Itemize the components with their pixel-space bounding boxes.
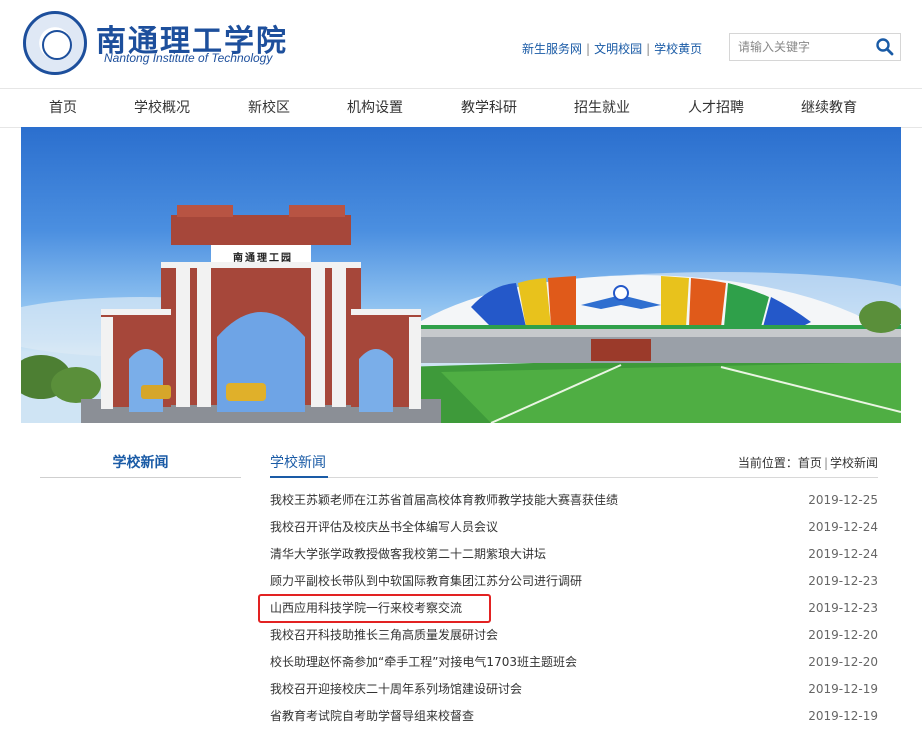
news-title[interactable]: 清华大学张学政教授做客我校第二十二期紫琅大讲坛 — [270, 541, 546, 568]
list-item[interactable]: 我校召开科技助推长三角高质量发展研讨会 2019-12-20 — [270, 622, 878, 649]
school-seal-icon[interactable] — [23, 11, 87, 75]
separator: | — [586, 42, 591, 56]
nav-item-continuing-education[interactable]: 继续教育 — [801, 89, 857, 127]
search-box — [729, 33, 901, 61]
search-icon — [876, 38, 894, 56]
nav-item-home[interactable]: 首页 — [49, 89, 77, 127]
nav-item-overview[interactable]: 学校概况 — [134, 89, 190, 127]
news-title[interactable]: 我校召开评估及校庆丛书全体编写人员会议 — [270, 514, 498, 541]
breadcrumb: 当前位置：首页 | 学校新闻 — [738, 454, 878, 471]
campus-banner[interactable]: 南通理工园 — [21, 127, 901, 423]
news-date: 2019-12-19 — [808, 682, 878, 696]
list-item[interactable]: 我校召开评估及校庆丛书全体编写人员会议 2019-12-24 — [270, 514, 878, 541]
title-underline — [270, 476, 328, 478]
news-title[interactable]: 我校召开迎接校庆二十周年系列场馆建设研讨会 — [270, 676, 522, 703]
highlight-box — [258, 594, 491, 623]
news-date: 2019-12-24 — [808, 547, 878, 561]
list-item[interactable]: 清华大学张学政教授做客我校第二十二期紫琅大讲坛 2019-12-24 — [270, 541, 878, 568]
list-item[interactable]: 顾力平副校长带队到中软国际教育集团江苏分公司进行调研 2019-12-23 — [270, 568, 878, 595]
news-date: 2019-12-25 — [808, 493, 878, 507]
campus-banner-image — [21, 205, 901, 423]
news-date: 2019-12-20 — [808, 628, 878, 642]
breadcrumb-school-news[interactable]: 学校新闻 — [830, 456, 878, 470]
news-date: 2019-12-23 — [808, 601, 878, 615]
news-title[interactable]: 校长助理赵怀斋参加“牵手工程”对接电气1703班主题班会 — [270, 649, 577, 676]
top-links: 新生服务网 | 文明校园 | 学校黄页 — [522, 40, 702, 57]
site-header: 南通理工学院 Nantong Institute of Technology 新… — [0, 0, 922, 88]
search-input[interactable] — [730, 34, 886, 60]
nav-item-admissions[interactable]: 招生就业 — [574, 89, 630, 127]
list-item[interactable]: 校长助理赵怀斋参加“牵手工程”对接电气1703班主题班会 2019-12-20 — [270, 649, 878, 676]
news-date: 2019-12-24 — [808, 520, 878, 534]
news-date: 2019-12-23 — [808, 574, 878, 588]
news-title[interactable]: 我校召开科技助推长三角高质量发展研讨会 — [270, 622, 498, 649]
news-title[interactable]: 我校王苏颖老师在江苏省首届高校体育教师教学技能大赛喜获佳绩 — [270, 487, 618, 514]
top-link-freshman[interactable]: 新生服务网 — [522, 42, 582, 56]
separator: | — [646, 42, 651, 56]
list-item[interactable]: 我校王苏颖老师在江苏省首届高校体育教师教学技能大赛喜获佳绩 2019-12-25 — [270, 487, 878, 514]
nav-item-teaching-research[interactable]: 教学科研 — [461, 89, 517, 127]
breadcrumb-label: 当前位置： — [737, 456, 798, 470]
news-date: 2019-12-20 — [808, 655, 878, 669]
sidebar-title[interactable]: 学校新闻 — [40, 448, 241, 478]
breadcrumb-home[interactable]: 首页 — [798, 456, 822, 470]
top-link-yellow-pages[interactable]: 学校黄页 — [654, 42, 702, 56]
school-name-en: Nantong Institute of Technology — [104, 51, 273, 65]
nav-item-recruitment[interactable]: 人才招聘 — [688, 89, 744, 127]
gate-inscription: 南通理工园 — [233, 253, 293, 264]
main-nav: 首页 学校概况 新校区 机构设置 教学科研 招生就业 人才招聘 继续教育 — [0, 88, 922, 128]
top-link-civilized-campus[interactable]: 文明校园 — [594, 42, 642, 56]
separator: | — [823, 456, 828, 470]
nav-item-new-campus[interactable]: 新校区 — [248, 89, 290, 127]
divider — [270, 477, 878, 478]
page-title: 学校新闻 — [270, 455, 326, 471]
search-button[interactable] — [874, 36, 896, 58]
nav-item-departments[interactable]: 机构设置 — [347, 89, 403, 127]
news-title[interactable]: 顾力平副校长带队到中软国际教育集团江苏分公司进行调研 — [270, 568, 582, 595]
list-item[interactable]: 我校召开迎接校庆二十周年系列场馆建设研讨会 2019-12-19 — [270, 676, 878, 703]
